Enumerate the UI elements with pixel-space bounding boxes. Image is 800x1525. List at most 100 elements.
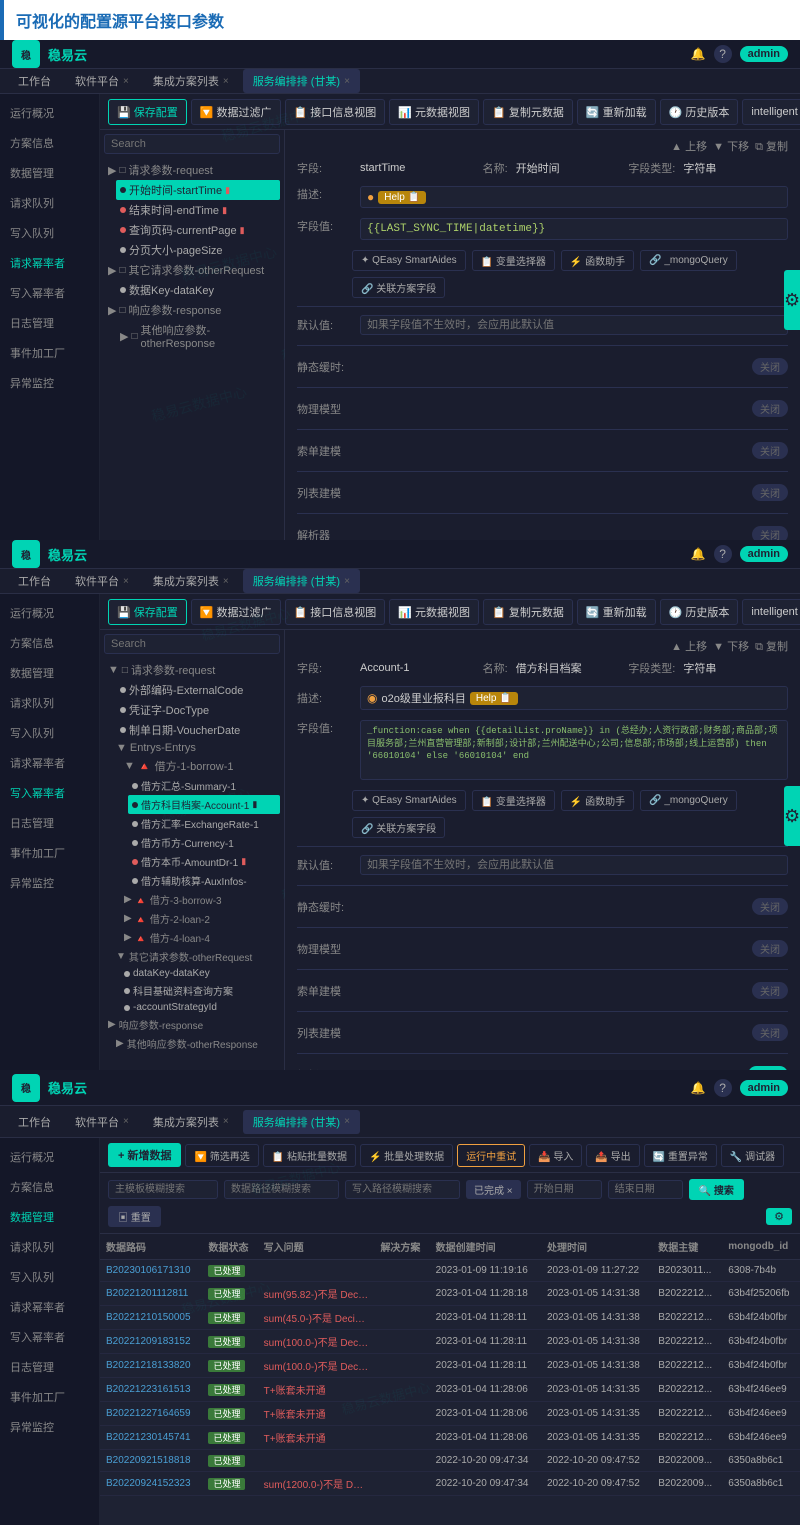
tree2-currency[interactable]: 借方币方-Currency-1	[128, 833, 280, 852]
table-row[interactable]: B20221210150005 已处理 sum(45.0-)不是 Decima.…	[100, 1306, 800, 1330]
table-row[interactable]: B20221201112811 已处理 sum(95.82-)不是 Decim.…	[100, 1282, 800, 1306]
tab3-service[interactable]: 服务编排排 (甘某) ×	[243, 1110, 360, 1134]
tab2-service[interactable]: 服务编排排 (甘某) ×	[243, 569, 360, 593]
table-row[interactable]: B20220924152323 已处理 sum(1200.0-)不是 Dec..…	[100, 1472, 800, 1496]
nav-write-queue[interactable]: 写入队列	[0, 218, 99, 248]
nav2-log[interactable]: 日志管理	[0, 808, 99, 838]
btn2-copy[interactable]: 📋 复制元数据	[483, 599, 573, 625]
physical-toggle[interactable]: 关闭	[752, 400, 788, 417]
btn3-export[interactable]: 📤 导出	[586, 1144, 639, 1167]
nav2-exception[interactable]: 异常监控	[0, 868, 99, 898]
tree2-other-req[interactable]: ▼ 其它请求参数-otherRequest	[112, 947, 280, 966]
chip-fn-helper[interactable]: ⚡ 函数助手	[561, 250, 634, 271]
nav3-event-factory[interactable]: 事件加工厂	[0, 1382, 99, 1412]
chip-assoc[interactable]: 🔗 关联方案字段	[352, 277, 445, 298]
btn3-batch[interactable]: ⚡ 批量处理数据	[360, 1144, 453, 1167]
nav-copy[interactable]: ⧉ 复制	[755, 138, 788, 154]
code-input[interactable]: {{LAST_SYNC_TIME|datetime}}	[360, 218, 788, 240]
table-row[interactable]: B20221230145741 已处理 T+账套未开通 2023-01-04 1…	[100, 1426, 800, 1450]
chip2-fn[interactable]: ⚡ 函数助手	[561, 790, 634, 811]
help-chip[interactable]: Help 📋	[378, 191, 426, 204]
btn-interface-view[interactable]: 📋 接口信息视图	[285, 99, 386, 125]
question-icon3[interactable]: ?	[714, 1079, 732, 1097]
nav2-write-queue[interactable]: 写入队列	[0, 718, 99, 748]
nav3-exception[interactable]: 异常监控	[0, 1412, 99, 1442]
notification-icon[interactable]: 🔔	[691, 47, 706, 61]
btn3-paste[interactable]: 📋 粘贴批量数据	[263, 1144, 356, 1167]
tree2-datakey[interactable]: dataKey-dataKey	[120, 966, 280, 981]
nav2-event-factory[interactable]: 事件加工厂	[0, 838, 99, 868]
nav-plan-info[interactable]: 方案信息	[0, 128, 99, 158]
btn-history[interactable]: 🕐 历史版本	[660, 99, 739, 125]
cell-code[interactable]: B20221201112811	[100, 1282, 202, 1306]
tree2-entrys[interactable]: ▼ Entrys-Entrys	[112, 740, 280, 756]
nav3-overview[interactable]: 运行概况	[0, 1142, 99, 1172]
filter-end[interactable]	[608, 1180, 683, 1199]
nav-write-idempotent[interactable]: 写入幂率者	[0, 278, 99, 308]
tree-other-request[interactable]: ▶ □ 其它请求参数-otherRequest	[104, 260, 280, 280]
tab3-integration[interactable]: 集成方案列表 ×	[143, 1110, 239, 1134]
table-row[interactable]: B20221223161513 已处理 T+账套未开通 2023-01-04 1…	[100, 1378, 800, 1402]
table-row[interactable]: B20221218133820 已处理 sum(100.0-)不是 Decim.…	[100, 1354, 800, 1378]
nav-event-factory[interactable]: 事件加工厂	[0, 338, 99, 368]
tree-end-time[interactable]: 结束时间-endTime ▮	[116, 200, 280, 220]
col-build-toggle[interactable]: 关闭	[752, 484, 788, 501]
btn3-reset[interactable]: 🔄 重置异常	[644, 1144, 717, 1167]
tree-start-time[interactable]: 开始时间-startTime ▮	[116, 180, 280, 200]
list-build-toggle[interactable]: 关闭	[752, 442, 788, 459]
tab2-software[interactable]: 软件平台 ×	[65, 569, 139, 593]
tab3-workspace[interactable]: 工作台	[8, 1110, 61, 1134]
tree2-auxinfos[interactable]: 借方辅助核算-AuxInfos-	[128, 871, 280, 890]
btn2-filter[interactable]: 🔽 数据过滤广	[191, 599, 281, 625]
nav-up[interactable]: ▲ 上移	[671, 138, 707, 154]
btn2-interface[interactable]: 📋 接口信息视图	[285, 599, 386, 625]
tree2-exchange[interactable]: 借方汇率-ExchangeRate-1	[128, 814, 280, 833]
tab2-workspace[interactable]: 工作台	[8, 569, 61, 593]
static2-toggle[interactable]: 关闭	[752, 898, 788, 915]
nav2-request-queue[interactable]: 请求队列	[0, 688, 99, 718]
question-icon2[interactable]: ?	[714, 545, 732, 563]
chip-var-selector[interactable]: 📋 变量选择器	[472, 250, 555, 271]
btn-intelligent[interactable]: intelligent	[742, 99, 800, 125]
notification-icon2[interactable]: 🔔	[691, 547, 706, 561]
chip2-mongo[interactable]: 🔗 _mongoQuery	[640, 790, 737, 811]
tree-page-size[interactable]: 分页大小-pageSize	[116, 240, 280, 260]
help-chip2[interactable]: Help 📋	[470, 692, 518, 705]
btn-data-filter[interactable]: 🔽 数据过滤广	[191, 99, 281, 125]
nav-request-queue[interactable]: 请求队列	[0, 188, 99, 218]
tree-data-key[interactable]: 数据Key-dataKey	[116, 280, 280, 300]
filter-code[interactable]	[224, 1180, 339, 1199]
btn-meta-view[interactable]: 📊 元数据视图	[389, 99, 479, 125]
btn3-debug[interactable]: 🔧 调试器	[721, 1144, 784, 1167]
tree2-loan4[interactable]: ▶ 🔺 借方-4-loan-4	[120, 928, 280, 947]
nav2-plan-info[interactable]: 方案信息	[0, 628, 99, 658]
notification-icon3[interactable]: 🔔	[691, 1081, 706, 1095]
admin-badge2[interactable]: admin	[740, 546, 788, 562]
tree2-response[interactable]: ▶ 响应参数-response	[104, 1015, 280, 1034]
cell-code[interactable]: B20221209183152	[100, 1330, 202, 1354]
tree2-borrow3[interactable]: ▶ 🔺 借方-3-borrow-3	[120, 890, 280, 909]
tree-response[interactable]: ▶ □ 响应参数-response	[104, 300, 280, 320]
nav2-down[interactable]: ▼ 下移	[713, 638, 749, 654]
nav2-request-idempotent[interactable]: 请求幂率者	[0, 748, 99, 778]
nav2-overview[interactable]: 运行概况	[0, 598, 99, 628]
chip-qeasy[interactable]: ✦ QEasy SmartAides	[352, 250, 466, 271]
filter-start[interactable]	[527, 1180, 602, 1199]
nav3-write-queue[interactable]: 写入队列	[0, 1262, 99, 1292]
teal-side-btn1[interactable]: ⚙	[784, 270, 800, 330]
cell-code[interactable]: B20221210150005	[100, 1306, 202, 1330]
tab-software[interactable]: 软件平台 ×	[65, 69, 139, 93]
list2-build-toggle[interactable]: 关闭	[752, 982, 788, 999]
btn3-retry[interactable]: 运行中重试	[457, 1144, 525, 1167]
nav3-data-mgmt[interactable]: 数据管理	[0, 1202, 99, 1232]
tree2-account-strategy[interactable]: -accountStrategyId	[120, 1000, 280, 1015]
filter-reset-btn[interactable]: ▣ 重置	[108, 1206, 161, 1227]
table-row[interactable]: B20221227164659 已处理 T+账套未开通 2023-01-04 1…	[100, 1402, 800, 1426]
nav2-copy[interactable]: ⧉ 复制	[755, 638, 788, 654]
chip-mongo[interactable]: 🔗 _mongoQuery	[640, 250, 737, 271]
teal-side-btn3[interactable]: ⚙	[766, 1208, 792, 1225]
tree-current-page[interactable]: 查询页码-currentPage ▮	[116, 220, 280, 240]
nav-exception[interactable]: 异常监控	[0, 368, 99, 398]
tree2-borrow1[interactable]: ▼ 🔺 借方-1-borrow-1	[120, 756, 280, 776]
default2-input[interactable]	[360, 855, 788, 875]
